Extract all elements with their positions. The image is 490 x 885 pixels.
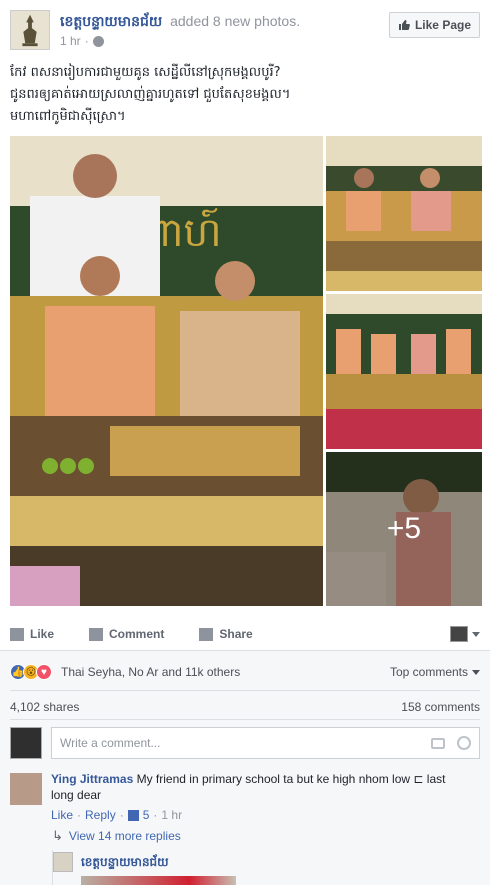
- post-time[interactable]: 1 hr: [60, 34, 81, 48]
- thumbs-up-icon: [398, 20, 410, 30]
- reply: ខេត្តបន្ទាយមានជ័យ: [52, 850, 480, 885]
- like-label: Like: [30, 627, 55, 641]
- comment-composer: [10, 726, 480, 760]
- comment-label: Comment: [109, 627, 165, 641]
- avatar: [10, 727, 42, 759]
- like-page-label: Like Page: [414, 18, 471, 32]
- divider: [10, 719, 480, 720]
- like-page-button[interactable]: Like Page: [388, 12, 480, 38]
- comment-like-link[interactable]: Like: [51, 808, 73, 822]
- post-text-line: ជូនពរឲ្យគាត់អោយស្រលាញ់គ្នារហូតទៅ ជួបតែសុ…: [10, 87, 291, 102]
- avatar[interactable]: [10, 773, 42, 805]
- reactions-summary: 👍 😮 ♥ Thai Seyha, No Ar and 11k others T…: [10, 662, 480, 682]
- more-photos-overlay: +5: [326, 452, 482, 606]
- photo-main[interactable]: ពិពាហ៍: [10, 136, 323, 606]
- comment-icon: [89, 627, 104, 641]
- comment-author[interactable]: Ying Jittramas: [51, 772, 133, 786]
- reaction-icons[interactable]: 👍 😮 ♥: [10, 664, 52, 680]
- like-button[interactable]: Like: [10, 627, 54, 641]
- comment-body: Ying Jittramas My friend in primary scho…: [51, 771, 471, 803]
- shares-row: 4,102 shares 158 comments: [10, 700, 480, 714]
- top-comments-label: Top comments: [389, 665, 468, 679]
- page-avatar[interactable]: [10, 10, 50, 50]
- post-meta: 1 hr ·: [60, 34, 104, 48]
- page-name-link[interactable]: ខេត្តបន្ទាយមានជ័យ: [60, 13, 162, 29]
- post-text-line: កែវ ពសនារៀបការជាមួយគូន សេដ្ឋីលីនៅស្រុកមង…: [10, 65, 281, 80]
- share-icon: [199, 627, 214, 641]
- photo-thumb[interactable]: [326, 136, 482, 291]
- post-as-selector[interactable]: [450, 626, 480, 642]
- post-text-line: មហាពៅកូមិជាស៊ីស្រោ។: [10, 109, 126, 124]
- emoji-icon[interactable]: [457, 736, 471, 750]
- comment-input[interactable]: [60, 736, 423, 750]
- chevron-down-icon: [472, 669, 480, 675]
- view-more-replies-label: View 14 more replies: [68, 829, 181, 843]
- reply-image[interactable]: [81, 876, 236, 885]
- globe-icon: [92, 35, 104, 47]
- divider: [10, 690, 480, 691]
- avatar[interactable]: [53, 852, 73, 872]
- photo-thumb-more[interactable]: +5: [326, 452, 482, 606]
- comment-actions: Like · Reply · 5 · 1 hr: [51, 808, 183, 822]
- comments-count[interactable]: 158 comments: [401, 700, 480, 714]
- photo-grid: ពិពាហ៍ +5: [10, 136, 482, 606]
- share-button[interactable]: Share: [199, 627, 253, 641]
- reply-author[interactable]: ខេត្តបន្ទាយមានជ័យ: [81, 854, 169, 872]
- comment-button[interactable]: Comment: [89, 627, 164, 641]
- share-label: Share: [219, 627, 253, 641]
- reactors-link[interactable]: Thai Seyha, No Ar and 11k others: [61, 665, 240, 679]
- thumbs-up-icon: [127, 809, 139, 821]
- comment-input-box[interactable]: [51, 727, 480, 759]
- comment-reply-link[interactable]: Reply: [85, 808, 116, 822]
- top-comments-dropdown[interactable]: Top comments: [390, 665, 480, 679]
- reply-arrow-icon: ↳: [52, 828, 63, 843]
- love-reaction-icon: ♥: [36, 664, 52, 680]
- post-action-text: added 8 new photos.: [170, 13, 301, 29]
- post-text: កែវ ពសនារៀបការជាមួយគូន សេដ្ឋីលីនៅស្រុកមង…: [10, 62, 480, 128]
- comment-like-count[interactable]: 5: [143, 808, 150, 822]
- post-action-bar: Like Comment Share: [10, 620, 480, 648]
- comment-time[interactable]: 1 hr: [161, 808, 182, 822]
- thumbs-up-icon: [10, 627, 24, 641]
- post-header: ខេត្តបន្ទាយមានជ័យ added 8 new photos. 1 …: [10, 8, 480, 54]
- avatar: [450, 626, 468, 642]
- view-more-replies[interactable]: ↳ View 14 more replies: [52, 828, 181, 844]
- chevron-down-icon: [472, 631, 480, 637]
- shares-count[interactable]: 4,102 shares: [10, 700, 79, 714]
- photo-thumb[interactable]: [326, 294, 482, 449]
- camera-icon[interactable]: [431, 737, 445, 749]
- post-title-line: ខេត្តបន្ទាយមានជ័យ added 8 new photos.: [60, 12, 300, 33]
